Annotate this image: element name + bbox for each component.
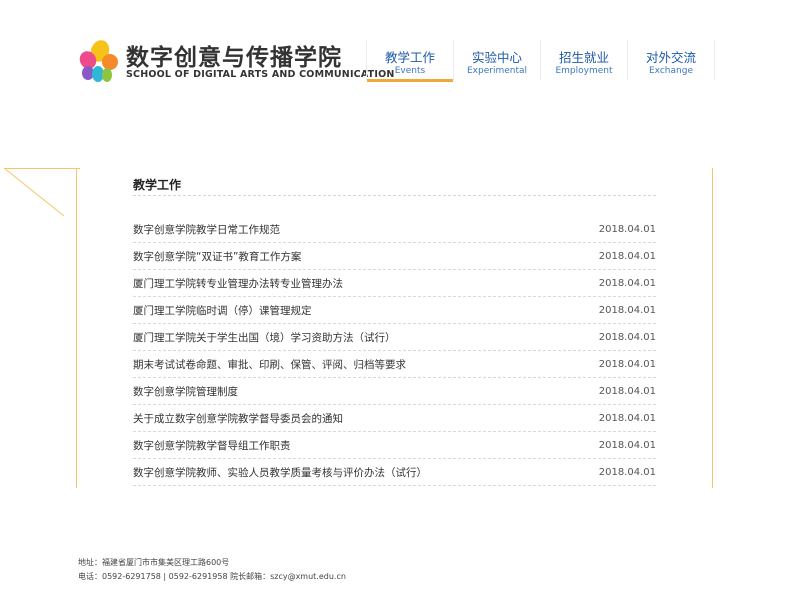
list-item[interactable]: 数字创意学院教学日常工作规范 2018.04.01 (133, 216, 656, 243)
panel-border-right (712, 168, 713, 488)
article-date: 2018.04.01 (598, 385, 656, 397)
article-title[interactable]: 厦门理工学院转专业管理办法转专业管理办法 (133, 276, 343, 291)
article-date: 2018.04.01 (598, 223, 656, 235)
nav-label-en: Events (394, 66, 426, 76)
list-item[interactable]: 厦门理工学院关于学生出国（境）学习资助方法（试行） 2018.04.01 (133, 324, 656, 351)
article-title[interactable]: 期末考试试卷命题、审批、印刷、保管、评阅、归档等要求 (133, 357, 406, 372)
article-date: 2018.04.01 (598, 250, 656, 262)
main-nav: 教学工作 Events 实验中心 Experimental 招生就业 Emplo… (366, 40, 715, 84)
article-date: 2018.04.01 (598, 439, 656, 451)
divider (133, 195, 656, 196)
article-title[interactable]: 数字创意学院教学督导组工作职责 (133, 438, 291, 453)
article-title[interactable]: 厦门理工学院临时调（停）课管理规定 (133, 303, 312, 318)
corner-decoration (4, 168, 80, 217)
article-date: 2018.04.01 (598, 277, 656, 289)
article-title[interactable]: 数字创意学院“双证书”教育工作方案 (133, 249, 301, 264)
article-date: 2018.04.01 (598, 331, 656, 343)
logo-title-en: SCHOOL OF DIGITAL ARTS AND COMMUNICATION (126, 69, 395, 80)
nav-label-cn: 教学工作 (384, 50, 435, 65)
list-item[interactable]: 期末考试试卷命题、审批、印刷、保管、评阅、归档等要求 2018.04.01 (133, 351, 656, 378)
nav-item-exchange[interactable]: 对外交流 Exchange (627, 40, 715, 80)
nav-label-en: Employment (555, 66, 613, 76)
article-title[interactable]: 数字创意学院教师、实验人员教学质量考核与评价办法（试行） (133, 465, 427, 480)
section-title: 教学工作 (133, 178, 182, 192)
school-logo[interactable]: 数字创意与传播学院 SCHOOL OF DIGITAL ARTS AND COM… (76, 38, 394, 84)
logo-petals-icon (79, 40, 118, 82)
footer-address: 地址：福建省厦门市市集美区理工路600号 (78, 558, 230, 567)
header: 数字创意与传播学院 SCHOOL OF DIGITAL ARTS AND COM… (0, 0, 800, 90)
list-item[interactable]: 数字创意学院管理制度 2018.04.01 (133, 378, 656, 405)
nav-label-cn: 招生就业 (558, 50, 609, 65)
nav-item-teaching[interactable]: 教学工作 Events (366, 40, 453, 82)
list-item[interactable]: 数字创意学院教师、实验人员教学质量考核与评价办法（试行） 2018.04.01 (133, 459, 656, 486)
nav-label-en: Exchange (649, 66, 693, 76)
nav-label-en: Experimental (466, 66, 528, 76)
list-item[interactable]: 数字创意学院教学督导组工作职责 2018.04.01 (133, 432, 656, 459)
article-title[interactable]: 数字创意学院教学日常工作规范 (133, 222, 280, 237)
list-item[interactable]: 厦门理工学院临时调（停）课管理规定 2018.04.01 (133, 297, 656, 324)
article-title[interactable]: 厦门理工学院关于学生出国（境）学习资助方法（试行） (133, 330, 396, 345)
logo-title-cn: 数字创意与传播学院 (126, 45, 342, 71)
list-item[interactable]: 关于成立数字创意学院教学督导委员会的通知 2018.04.01 (133, 405, 656, 432)
footer-contact: 电话：0592-6291758 | 0592-6291958 院长邮箱：szcy… (78, 572, 346, 581)
nav-label-cn: 对外交流 (645, 50, 696, 65)
nav-label-cn: 实验中心 (471, 50, 522, 65)
article-title[interactable]: 关于成立数字创意学院教学督导委员会的通知 (133, 411, 343, 426)
article-title[interactable]: 数字创意学院管理制度 (133, 384, 238, 399)
list-item[interactable]: 厦门理工学院转专业管理办法转专业管理办法 2018.04.01 (133, 270, 656, 297)
nav-item-admissions[interactable]: 招生就业 Employment (540, 40, 627, 80)
article-date: 2018.04.01 (598, 412, 656, 424)
list-item[interactable]: 数字创意学院“双证书”教育工作方案 2018.04.01 (133, 243, 656, 270)
footer: 地址：福建省厦门市市集美区理工路600号 电话：0592-6291758 | 0… (78, 556, 346, 584)
article-date: 2018.04.01 (598, 358, 656, 370)
panel-border-left (76, 168, 77, 488)
nav-item-lab-center[interactable]: 实验中心 Experimental (453, 40, 540, 80)
article-date: 2018.04.01 (598, 466, 656, 478)
article-list: 数字创意学院教学日常工作规范 2018.04.01 数字创意学院“双证书”教育工… (133, 216, 656, 486)
article-date: 2018.04.01 (598, 304, 656, 316)
